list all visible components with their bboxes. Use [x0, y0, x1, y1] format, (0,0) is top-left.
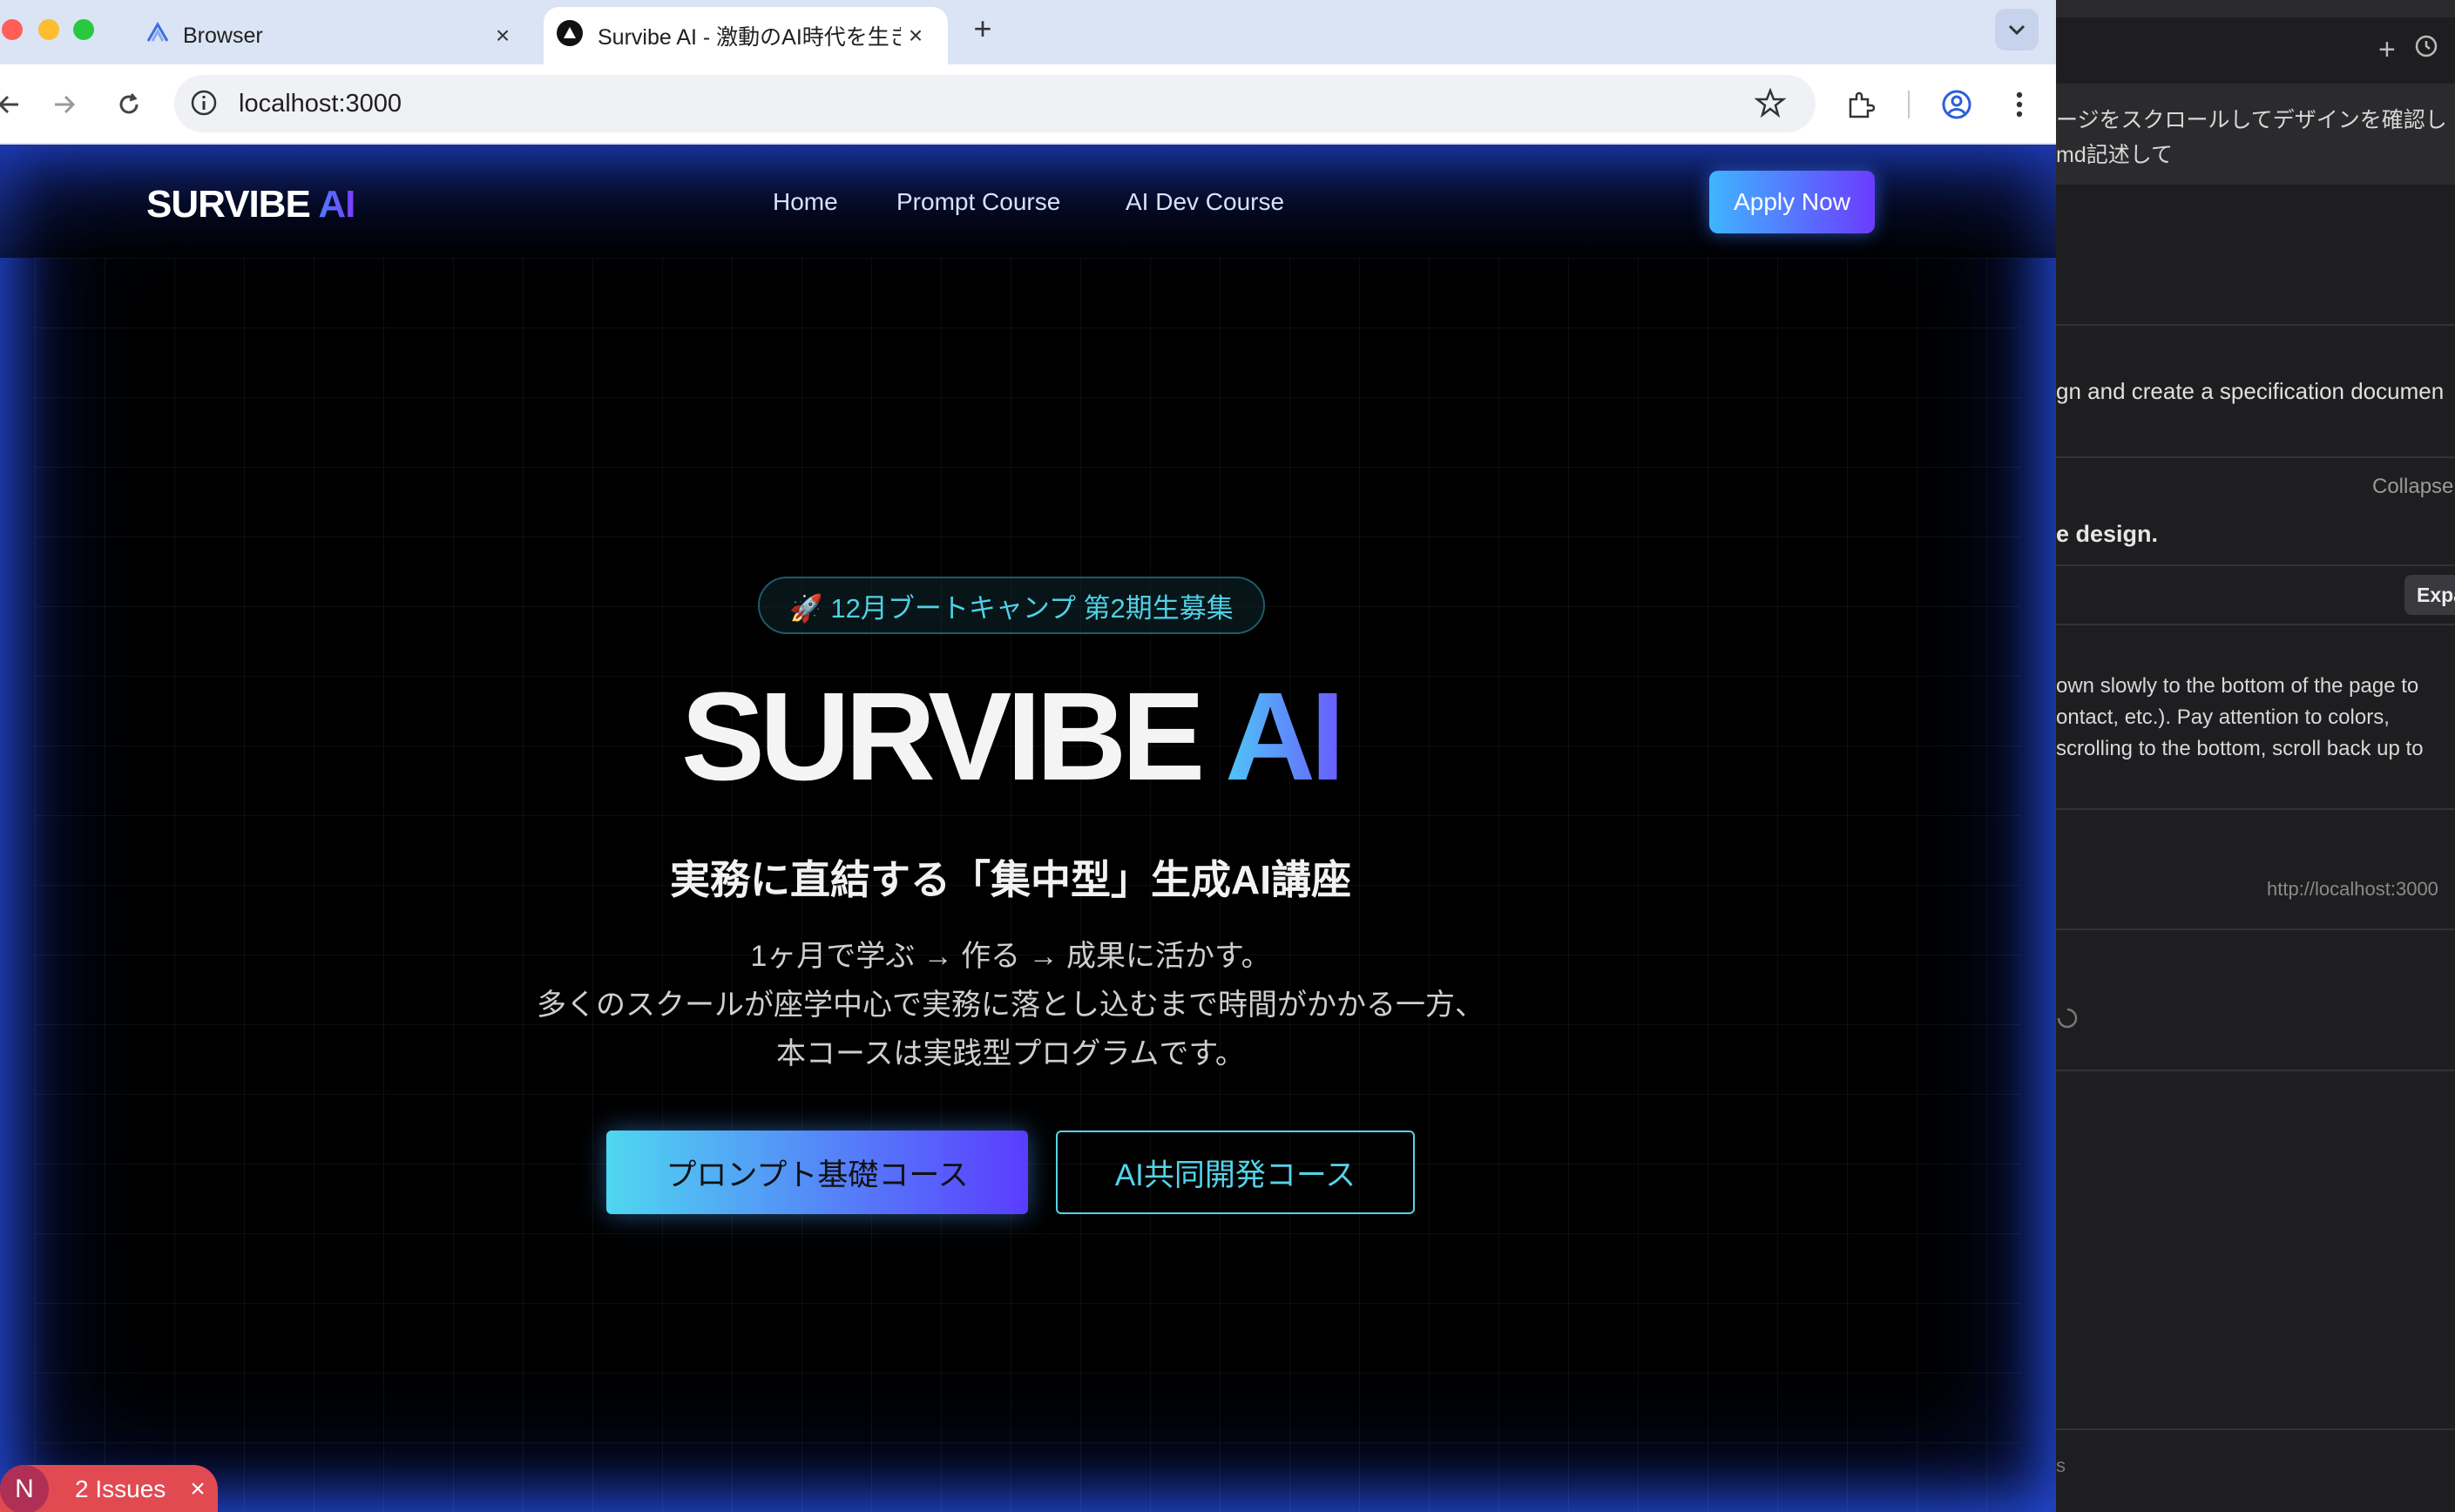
divider: [2056, 808, 2455, 810]
add-icon[interactable]: +: [2378, 33, 2396, 67]
dev-issues-badge[interactable]: N 2 Issues ×: [0, 1465, 218, 1512]
divider: [2056, 324, 2455, 326]
hero-description-line-2: 多くのスクールが座学中心で実務に落とし込むまで時間がかかる一方、: [537, 989, 1484, 1022]
apply-now-button[interactable]: Apply Now: [1709, 171, 1875, 233]
maximize-window-button[interactable]: [73, 19, 94, 40]
extensions-icon[interactable]: [1843, 87, 1878, 122]
site-info-icon[interactable]: [190, 89, 218, 121]
nav-ai-dev-course[interactable]: AI Dev Course: [1126, 188, 1284, 216]
issues-count: 2 Issues: [75, 1475, 166, 1502]
forward-icon[interactable]: [47, 87, 82, 122]
browser-toolbar: localhost:3000: [0, 64, 2056, 145]
tab-bar: Browser × Survibe AI - 激動のAI時代を生き × +: [0, 0, 2056, 64]
close-window-button[interactable]: [2, 19, 23, 40]
tab-list-button[interactable]: [1995, 9, 2039, 51]
chevron-down-icon: [2008, 24, 2026, 36]
address-bar[interactable]: localhost:3000: [174, 75, 1816, 132]
browser-window: Browser × Survibe AI - 激動のAI時代を生き × + lo…: [0, 0, 2056, 1512]
user-message-line-1: ージをスクロールしてデザインを確認し: [2056, 108, 2447, 132]
instruction-line-1: own slowly to the bottom of the page to: [2056, 674, 2419, 698]
profile-icon[interactable]: [1939, 87, 1974, 122]
tab-label: Survibe AI - 激動のAI時代を生き: [598, 25, 901, 50]
tab-close-icon[interactable]: ×: [490, 22, 516, 49]
toolbar-divider: [1908, 91, 1910, 118]
web-page: SURVIBE AI Home Prompt Course AI Dev Cou…: [0, 145, 2056, 1512]
logo-text: SURVIBE: [146, 183, 311, 226]
side-top-strip: [2056, 0, 2455, 17]
ai-dev-course-button[interactable]: AI共同開発コース: [1056, 1131, 1415, 1214]
tab-close-icon[interactable]: ×: [903, 22, 929, 49]
hero-subtitle: 実務に直結する「集中型」生成AI講座: [670, 857, 1351, 902]
divider: [2056, 564, 2455, 566]
close-icon[interactable]: ×: [190, 1475, 206, 1504]
url-text: localhost:3000: [239, 90, 402, 118]
more-menu-icon[interactable]: [2002, 87, 2037, 122]
hero-title: SURVIBE AI: [0, 674, 2021, 800]
site-header: SURVIBE AI Home Prompt Course AI Dev Cou…: [0, 145, 2056, 258]
divider: [2056, 928, 2455, 930]
collapse-button[interactable]: Collapse: [2372, 475, 2453, 499]
hero-title-main: SURVIBE: [680, 666, 1206, 807]
logo-accent: AI: [318, 183, 355, 226]
divider: [2056, 624, 2455, 625]
instruction-line-3: scrolling to the bottom, scroll back up …: [2056, 737, 2424, 760]
hero-description-line-1: 1ヶ月で学ぶ → 作る → 成果に活かす。: [750, 940, 1271, 973]
recruitment-badge: 🚀 12月ブートキャンプ 第2期生募集: [758, 577, 1265, 634]
task-summary: gn and create a specification documen: [2056, 378, 2445, 404]
reload-icon[interactable]: [112, 87, 146, 122]
input-fragment: s: [2056, 1455, 2066, 1476]
tab-label: Browser: [183, 23, 263, 48]
user-message-line-2: md記述して: [2056, 143, 2173, 167]
divider: [2056, 1428, 2455, 1430]
instruction-line-2: ontact, etc.). Pay attention to colors,: [2056, 705, 2390, 729]
prompt-course-button[interactable]: プロンプト基礎コース: [606, 1131, 1028, 1214]
url-reference: http://localhost:3000: [2267, 878, 2438, 900]
browser-app-icon: [146, 21, 169, 51]
nav-prompt-course[interactable]: Prompt Course: [896, 188, 1060, 216]
bookmark-star-icon[interactable]: [1754, 87, 1787, 123]
tab-browser[interactable]: Browser ×: [131, 7, 531, 64]
design-note: e design.: [2056, 521, 2159, 547]
divider: [2056, 456, 2455, 458]
new-tab-icon[interactable]: +: [967, 13, 998, 45]
history-icon[interactable]: [2413, 33, 2439, 64]
tab-survibe[interactable]: Survibe AI - 激動のAI時代を生き ×: [544, 7, 948, 64]
site-favicon-icon: [556, 19, 584, 53]
expand-button[interactable]: Expa: [2404, 575, 2455, 615]
divider: [2056, 1070, 2455, 1071]
nextjs-icon: N: [0, 1465, 49, 1512]
agent-side-panel: + ージをスクロールしてデザインを確認し md記述して gn and creat…: [2056, 0, 2455, 1512]
loading-spinner-icon: [2056, 1007, 2079, 1034]
site-logo[interactable]: SURVIBE AI: [146, 183, 355, 226]
user-message: ージをスクロールしてデザインを確認し md記述して: [2056, 84, 2455, 185]
nav-home[interactable]: Home: [773, 188, 838, 216]
back-icon[interactable]: [0, 87, 26, 122]
hero-description-line-3: 本コースは実践型プログラムです。: [776, 1037, 1245, 1070]
minimize-window-button[interactable]: [38, 19, 59, 40]
expand-label: Expa: [2417, 584, 2455, 606]
hero-title-accent: AI: [1225, 666, 1345, 807]
